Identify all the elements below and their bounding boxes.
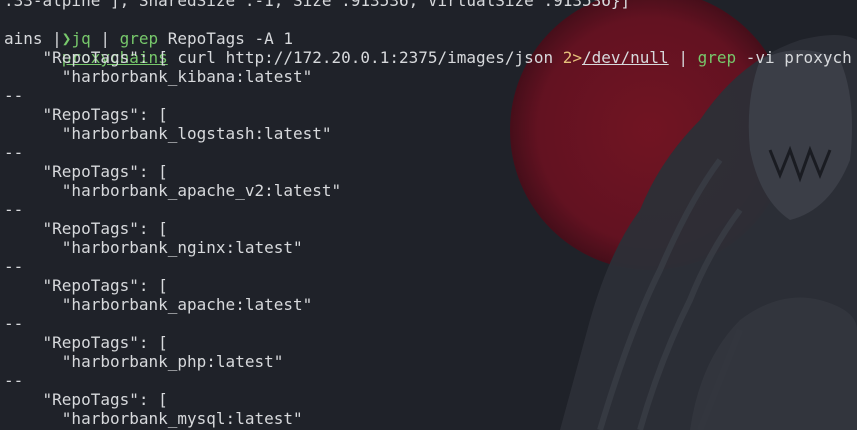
output-key-line: "RepoTags": [ bbox=[4, 333, 168, 352]
grep-separator: -- bbox=[4, 200, 24, 219]
output-key-line: "RepoTags": [ bbox=[4, 390, 168, 409]
previous-output-line: :33-alpine"],"SharedSize":-1,"Size":9135… bbox=[4, 0, 631, 10]
command-args-grep-1: -vi proxych bbox=[736, 48, 852, 67]
output-value-line: "harborbank_logstash:latest" bbox=[4, 124, 332, 143]
output-value-line: "harborbank_mysql:latest" bbox=[4, 409, 303, 428]
command-grep-2: grep bbox=[119, 29, 159, 48]
wrapped-text: ains bbox=[4, 29, 43, 48]
command-args-curl: curl http://172.20.0.1:2375/images/json bbox=[167, 48, 563, 67]
stderr-redirect: 2> bbox=[562, 48, 582, 67]
grep-separator: -- bbox=[4, 314, 24, 333]
dev-null-path: /dev/null bbox=[581, 48, 669, 67]
terminal-window[interactable]: :33-alpine"],"SharedSize":-1,"Size":9135… bbox=[0, 0, 857, 430]
output-value-line: "harborbank_apache_v2:latest" bbox=[4, 181, 342, 200]
output-key-line: "RepoTags": [ bbox=[4, 162, 168, 181]
output-value-line: "harborbank_apache:latest" bbox=[4, 295, 313, 314]
pipe-1: | bbox=[668, 48, 698, 67]
terminal-output: :33-alpine"],"SharedSize":-1,"Size":9135… bbox=[4, 0, 853, 428]
output-key-line: "RepoTags": [ bbox=[4, 276, 168, 295]
pipe-2: | bbox=[42, 29, 72, 48]
output-value-line: "harborbank_nginx:latest" bbox=[4, 238, 303, 257]
output-value-line: "harborbank_php:latest" bbox=[4, 352, 284, 371]
grep-separator: -- bbox=[4, 86, 24, 105]
grep-separator: -- bbox=[4, 143, 24, 162]
command-line[interactable]: ❯ proxychains curl http://172.20.0.1:237… bbox=[4, 10, 853, 67]
grep-separator: -- bbox=[4, 257, 24, 276]
pipe-3: | bbox=[90, 29, 120, 48]
grep-separator: -- bbox=[4, 371, 24, 390]
command-args-grep-2: RepoTags -A 1 bbox=[158, 29, 293, 48]
output-key-line: "RepoTags": [ bbox=[4, 105, 168, 124]
command-jq: jq bbox=[71, 29, 91, 48]
output-value-line: "harborbank_kibana:latest" bbox=[4, 67, 313, 86]
output-key-line: "RepoTags": [ bbox=[4, 219, 168, 238]
command-line-wrap[interactable]: ains | jq | grep RepoTags -A 1 bbox=[4, 29, 853, 48]
command-grep-1: grep bbox=[697, 48, 737, 67]
